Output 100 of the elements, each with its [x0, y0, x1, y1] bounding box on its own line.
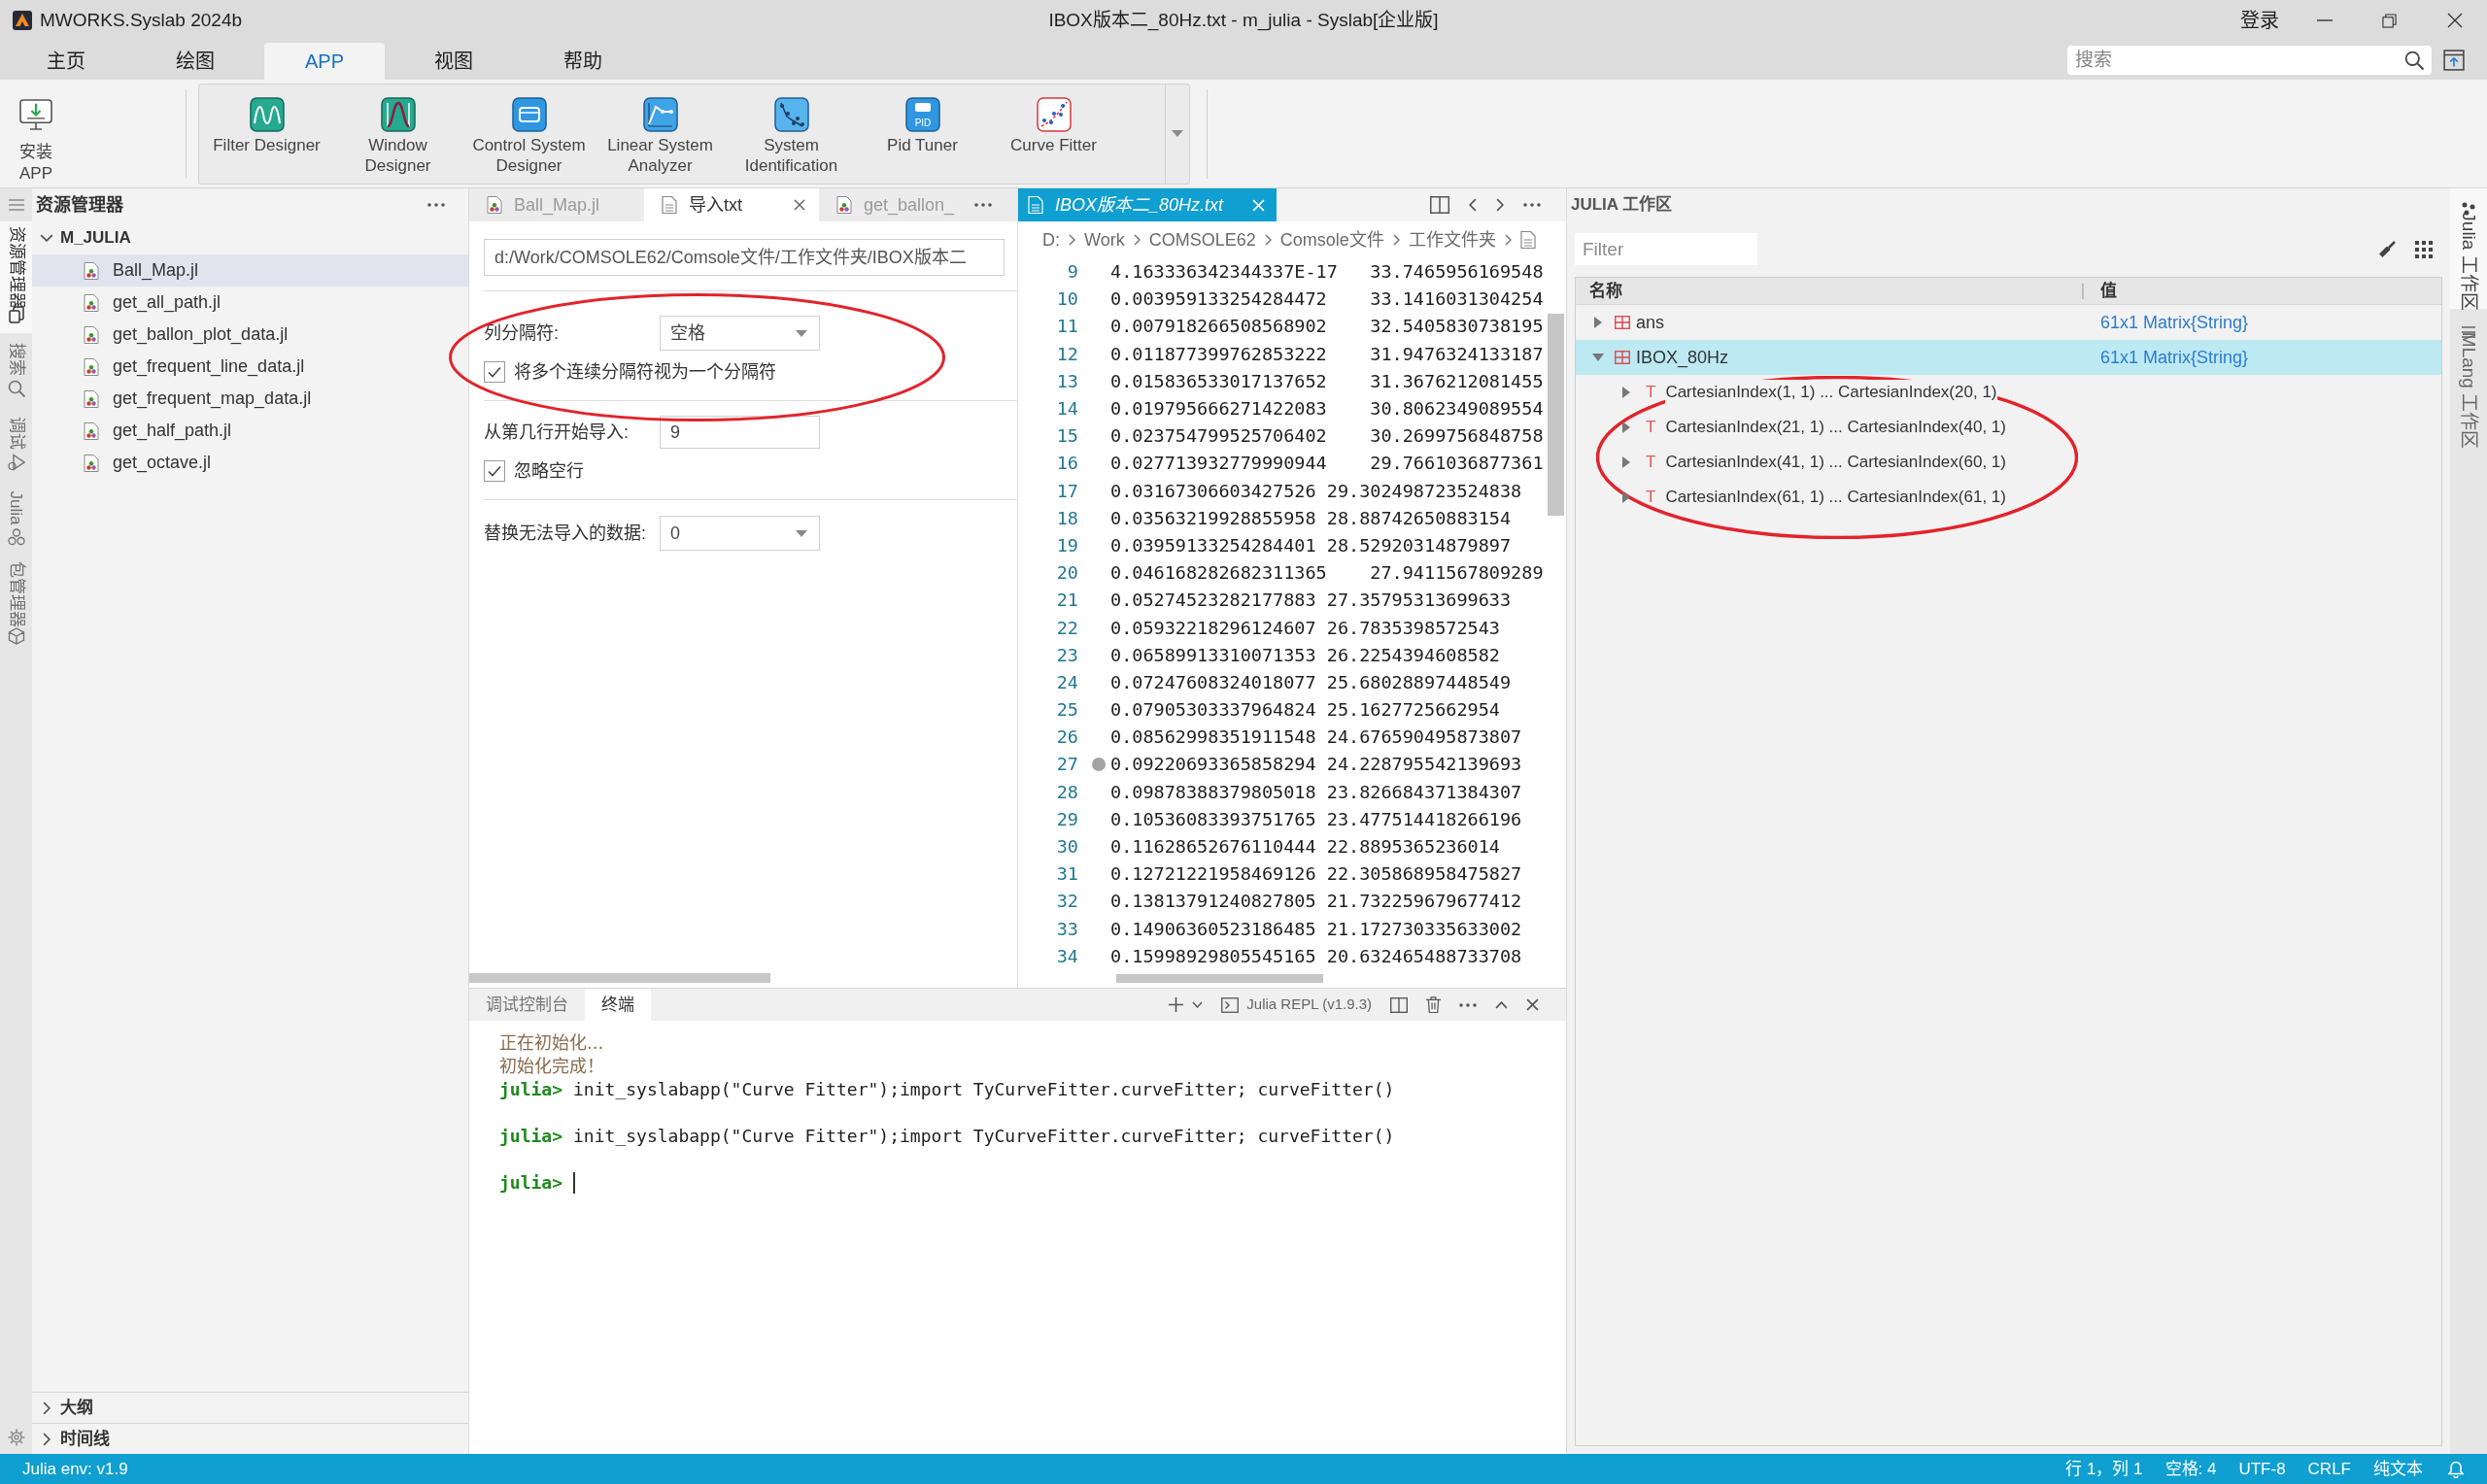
expand-arrow-icon[interactable] [1622, 491, 1630, 503]
app-name: MWORKS.Syslab 2024b [40, 8, 243, 32]
chevron-right-icon[interactable] [1496, 198, 1504, 212]
tool-launch-button[interactable]: Window Designer [332, 84, 463, 184]
breadcrumb-item[interactable]: COMSOLE62 [1148, 226, 1256, 253]
activity-tab[interactable]: Julia [0, 481, 32, 556]
file-item[interactable]: get_frequent_line_data.jl [32, 351, 468, 383]
activity-tab[interactable]: 包管理器 [0, 556, 32, 655]
line-number: 19 [1055, 534, 1078, 556]
breadcrumb-item[interactable]: 工作文件夹 [1408, 226, 1496, 253]
scrollbar-thumb[interactable] [1116, 974, 1323, 983]
expand-arrow-icon[interactable] [1594, 317, 1602, 328]
code-line: 0.12721221958469126 22.305868958475827 [1110, 863, 1522, 886]
caret-down-icon[interactable] [1172, 130, 1183, 137]
side-tab[interactable]: Julia 工作区 [2450, 188, 2487, 309]
panel-toggle-icon[interactable] [2443, 50, 2465, 71]
scrollbar-thumb[interactable] [1548, 314, 1564, 516]
panel-tab[interactable]: 调试控制台 [469, 989, 585, 1021]
checkbox[interactable] [484, 460, 505, 482]
plus-icon[interactable] [1169, 997, 1184, 1012]
expand-arrow-icon[interactable] [1622, 456, 1630, 468]
menu-tab[interactable]: 视图 [393, 43, 514, 80]
tool-launch-button[interactable]: System Identification [726, 84, 857, 184]
file-item[interactable]: get_all_path.jl [32, 287, 468, 319]
line-number: 17 [1055, 480, 1078, 502]
variable-row[interactable]: ans 61x1 Matrix{String} [1576, 305, 2441, 340]
expand-arrow-icon[interactable] [1622, 387, 1630, 398]
delimiter-dropdown[interactable]: 空格 [660, 316, 820, 351]
checkbox[interactable] [484, 361, 505, 383]
variable-row[interactable]: IBOX_80Hz 61x1 Matrix{String} [1576, 340, 2441, 375]
line-number: 13 [1055, 370, 1078, 392]
terminal-selector[interactable]: Julia REPL (v1.9.3) [1221, 994, 1372, 1016]
file-item[interactable]: get_half_path.jl [32, 415, 468, 447]
menu-tab[interactable]: 绘图 [135, 43, 256, 80]
more-icon[interactable] [974, 203, 992, 207]
close-icon[interactable] [1526, 998, 1539, 1011]
circles-icon [7, 528, 25, 546]
line-number: 23 [1055, 644, 1078, 666]
activity-tab[interactable]: 资源管理器 [0, 221, 32, 333]
tool-launch-button[interactable]: Filter Designer [201, 84, 332, 184]
split-editor-icon[interactable] [1430, 196, 1449, 214]
restore-icon[interactable] [2382, 13, 2397, 28]
start-row-field[interactable]: 9 [660, 416, 820, 449]
panel-tab[interactable]: 终端 [585, 989, 651, 1021]
type-icon: T [1646, 380, 1656, 405]
tool-launch-button[interactable]: PID Pid Tuner [857, 84, 988, 184]
tool-launch-button[interactable]: Control System Designer [463, 84, 595, 184]
section-header[interactable]: 大纲 [32, 1392, 468, 1423]
close-icon[interactable] [794, 199, 805, 211]
menu-tab[interactable]: APP [264, 43, 385, 80]
bell-icon[interactable] [2448, 1460, 2464, 1478]
close-icon[interactable] [2446, 13, 2463, 28]
file-item[interactable]: get_octave.jl [32, 447, 468, 479]
path-field[interactable]: d:/Work/COMSOLE62/Comsole文件/工作文件夹/IBOX版本二 [484, 239, 1005, 276]
more-icon[interactable] [427, 203, 445, 207]
tool-launch-button[interactable]: Linear System Analyzer [595, 84, 726, 184]
breadcrumb-item[interactable]: Comsole文件 [1279, 226, 1384, 253]
line-number: 32 [1055, 891, 1078, 913]
more-icon[interactable] [1523, 203, 1541, 207]
scrollbar-thumb[interactable] [469, 973, 770, 983]
app-logo-icon [13, 11, 32, 30]
code-line: 0.08562998351911548 24.676590495873807 [1110, 726, 1522, 749]
file-item[interactable]: Ball_Map.jl [32, 254, 468, 287]
settings-icon[interactable] [7, 1429, 25, 1446]
menu-tab[interactable]: 帮助 [523, 43, 643, 80]
grid-icon[interactable] [2415, 240, 2433, 258]
breadcrumb-item[interactable]: Work [1084, 226, 1125, 253]
expand-arrow-icon[interactable] [1592, 354, 1604, 361]
checkbox-label: 忽略空行 [514, 459, 584, 483]
chevron-right-icon [1392, 234, 1400, 246]
login-button[interactable]: 登录 [2240, 6, 2279, 35]
search-field[interactable]: 搜索 [2067, 46, 2432, 75]
more-icon[interactable] [1459, 1002, 1477, 1007]
replace-dropdown[interactable]: 0 [660, 516, 820, 551]
activity-tab[interactable]: 调试 [0, 407, 32, 481]
breadcrumb-item[interactable]: D: [1042, 226, 1060, 253]
editor-tab[interactable]: 导入txt [644, 188, 819, 221]
activity-tab[interactable]: 搜索 [0, 333, 32, 407]
file-item[interactable]: get_frequent_map_data.jl [32, 383, 468, 415]
trash-icon[interactable] [1426, 996, 1441, 1013]
tree-folder[interactable]: M_JULIA [32, 221, 468, 254]
brush-icon[interactable] [2378, 240, 2396, 258]
menu-tab[interactable]: 主页 [6, 43, 126, 80]
code-line: 0.10536083393751765 23.477514418266196 [1110, 808, 1522, 830]
file-item[interactable]: get_ballon_plot_data.jl [32, 319, 468, 351]
split-icon[interactable] [1390, 996, 1408, 1013]
filter-field[interactable]: Filter [1575, 233, 1757, 265]
install-button[interactable]: 安装 APP [7, 83, 65, 185]
search-icon[interactable] [2404, 51, 2424, 70]
chevron-left-icon[interactable] [1469, 198, 1477, 212]
expand-arrow-icon[interactable] [1622, 422, 1630, 433]
code-line: 0.07247608324018077 25.68028897448549 [1110, 671, 1512, 693]
caret-down-icon [796, 329, 807, 337]
chevron-down-icon[interactable] [1192, 1001, 1204, 1008]
document-icon[interactable] [1519, 231, 1536, 249]
tool-launch-button[interactable]: Curve Fitter [988, 84, 1119, 184]
minimize-icon[interactable] [2316, 19, 2333, 21]
terminal-line: julia> init_syslabapp("Curve Fitter");import TyCurveFitter.curveFitter; curveFitter() [499, 1078, 1395, 1101]
chevron-up-icon[interactable] [1495, 1000, 1508, 1009]
code-line: 0.14906360523186485 21.172730335633002 [1110, 918, 1522, 940]
